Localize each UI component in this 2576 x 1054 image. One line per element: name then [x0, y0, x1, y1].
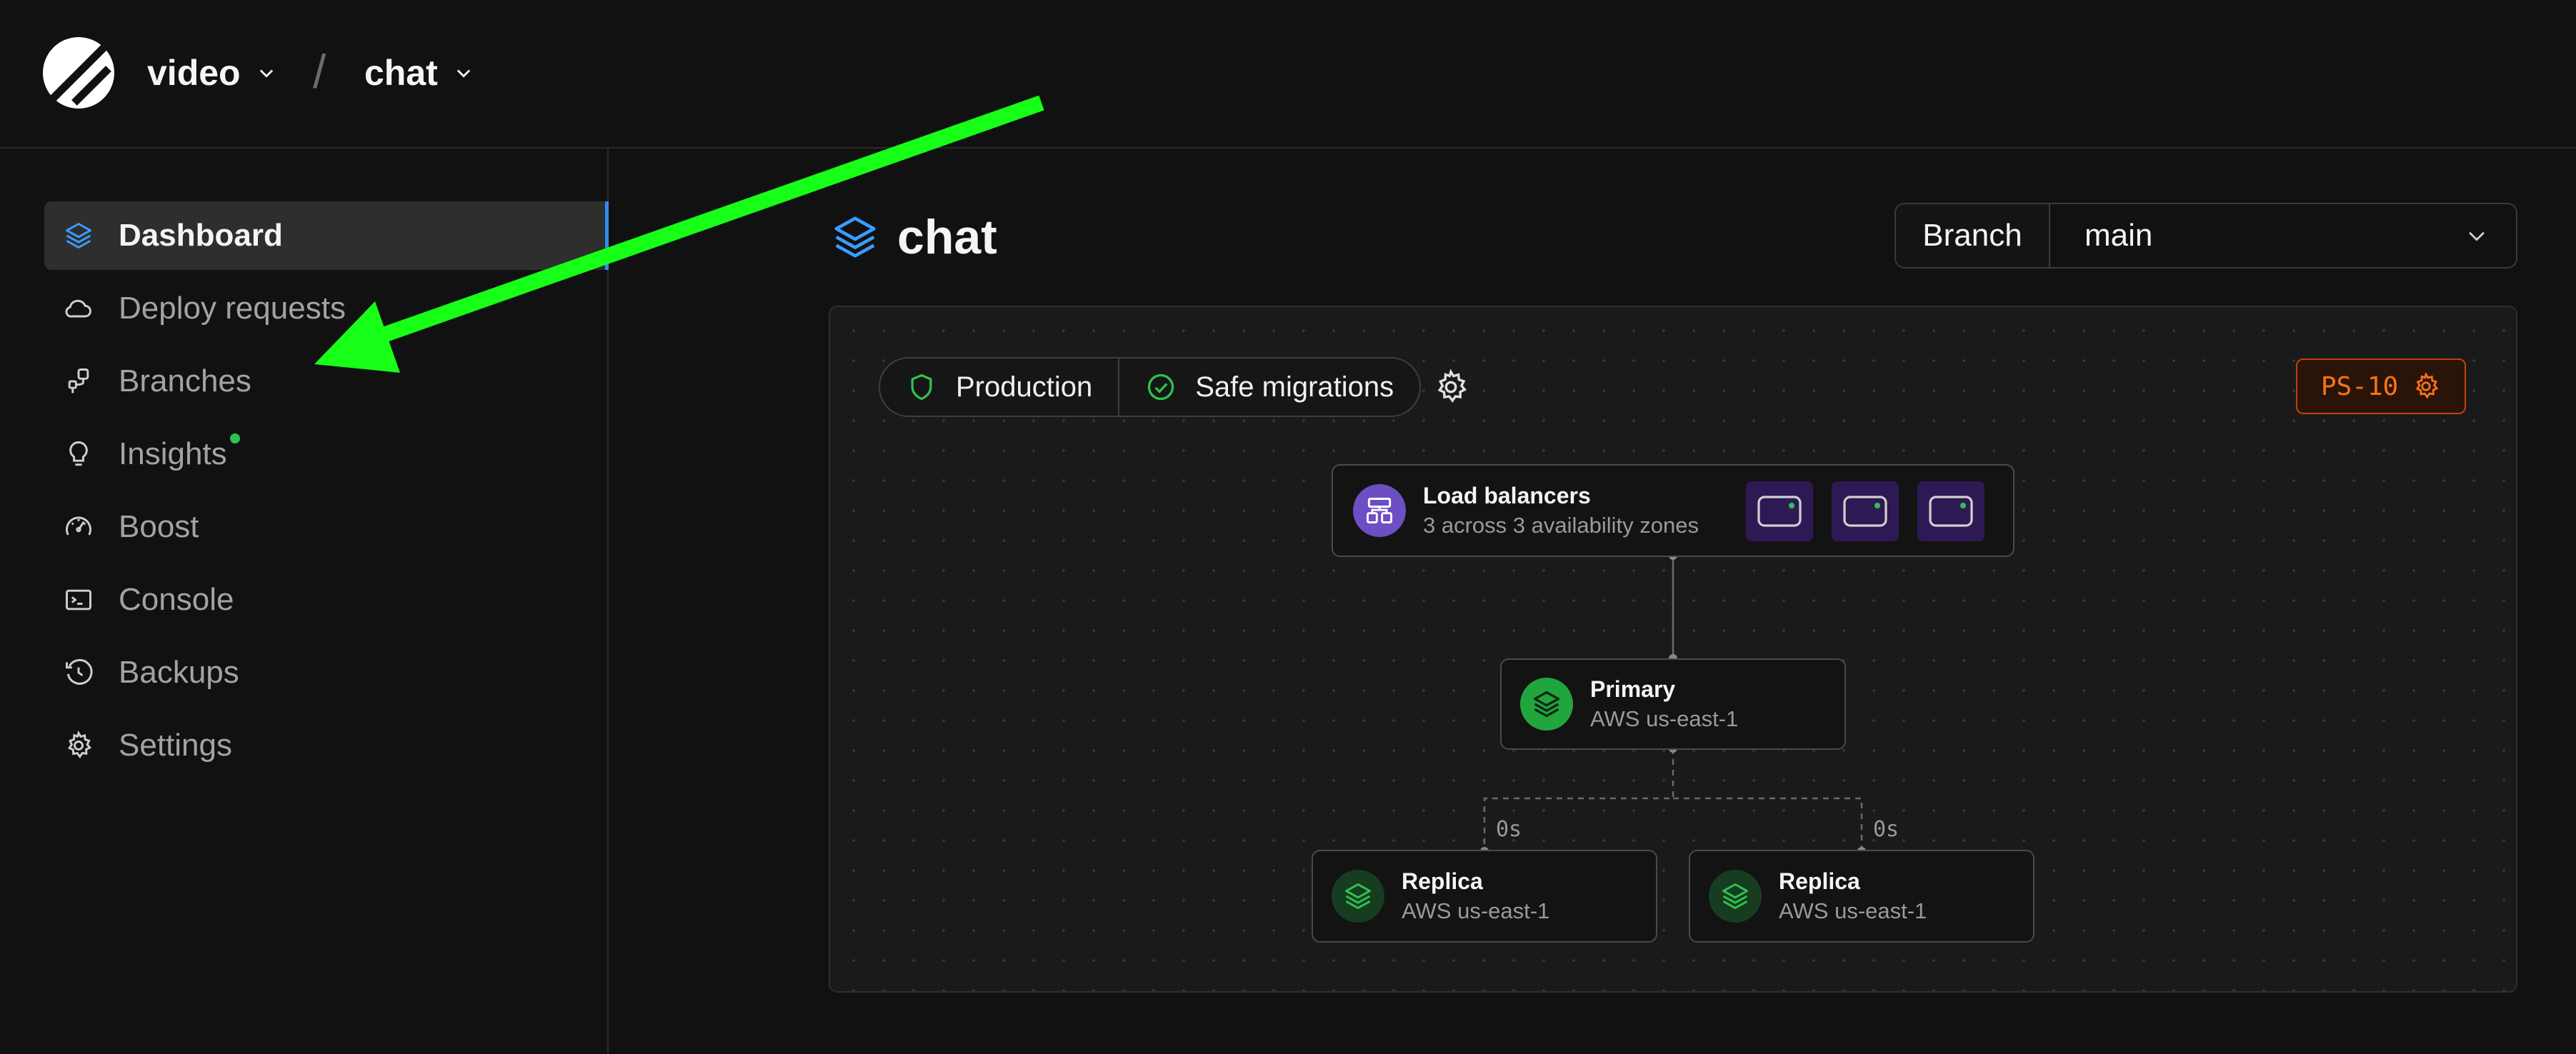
safe-migrations-label: Safe migrations — [1195, 371, 1394, 403]
sidebar-item-label: Dashboard — [119, 218, 283, 253]
database-layers-icon — [1709, 870, 1762, 923]
load-balancers-title: Load balancers — [1423, 483, 1591, 508]
replica-region: AWS us-east-1 — [1779, 898, 1927, 923]
terminal-icon — [61, 583, 96, 617]
layers-icon — [61, 219, 96, 253]
replica-lag: 0s — [1873, 817, 1899, 842]
top-bar: video / chat — [0, 0, 2576, 149]
org-switcher[interactable]: video — [147, 46, 276, 100]
branch-selector[interactable]: Branch main — [1894, 203, 2517, 268]
branch-value: main — [2085, 218, 2153, 253]
check-circle-icon — [1148, 373, 1174, 401]
shield-icon — [911, 373, 932, 401]
sidebar-item-label: Boost — [119, 509, 199, 544]
load-balancer-instances — [1746, 481, 1985, 541]
load-balancer-instance — [1746, 481, 1813, 541]
replica-node[interactable]: Replica AWS us-east-1 — [1689, 850, 2035, 943]
chevron-down-icon — [259, 69, 273, 78]
production-label: Production — [956, 371, 1093, 403]
load-balancers-node[interactable]: Load balancers 3 across 3 availability z… — [1332, 464, 2015, 557]
replica-node[interactable]: Replica AWS us-east-1 — [1312, 850, 1657, 943]
branch-label: Branch — [1896, 204, 2050, 267]
chevron-down-icon — [456, 69, 470, 78]
new-indicator-dot — [229, 433, 240, 443]
sidebar-item-label: Settings — [119, 728, 232, 763]
primary-title: Primary — [1590, 676, 1676, 702]
database-layers-icon — [1332, 870, 1384, 923]
primary-region: AWS us-east-1 — [1590, 706, 1739, 731]
load-balancer-instance — [1917, 481, 1985, 541]
environment-status: Production Safe migrations — [879, 357, 1422, 417]
layers-icon — [834, 216, 876, 258]
sidebar-item-branches[interactable]: Branches — [44, 347, 609, 416]
database-layers-icon — [1520, 678, 1573, 731]
replica-region: AWS us-east-1 — [1402, 898, 1550, 923]
cluster-size-label: PS-10 — [2320, 371, 2399, 401]
sidebar-item-label: Branches — [119, 363, 251, 398]
cluster-size-badge[interactable]: PS-10 — [2296, 358, 2466, 414]
server-icon — [1757, 496, 1802, 527]
branch-icon — [61, 364, 96, 398]
page-title-text: chat — [897, 210, 997, 264]
clock-icon — [61, 656, 96, 690]
sidebar-item-insights[interactable]: Insights — [44, 420, 609, 488]
server-icon — [1929, 496, 1973, 527]
sidebar-item-boost[interactable]: Boost — [44, 493, 609, 561]
sidebar-item-label: Console — [119, 582, 234, 617]
page-title: chat — [830, 207, 997, 267]
database-name: chat — [364, 53, 438, 93]
database-switcher[interactable]: chat — [364, 46, 474, 100]
primary-node[interactable]: Primary AWS us-east-1 — [1500, 658, 1846, 750]
production-tag[interactable]: Production — [880, 358, 1118, 416]
load-balancers-subtitle: 3 across 3 availability zones — [1423, 513, 1699, 538]
lightbulb-icon — [61, 437, 96, 471]
chevron-down-icon — [2469, 231, 2485, 241]
load-balancer-icon — [1353, 484, 1406, 537]
planetscale-logo[interactable] — [43, 37, 114, 109]
replica-title: Replica — [1779, 868, 1860, 894]
gauge-icon — [61, 510, 96, 544]
sidebar-item-settings[interactable]: Settings — [44, 711, 609, 780]
gear-icon — [61, 728, 96, 763]
load-balancer-instance — [1832, 481, 1899, 541]
safe-migrations-tag[interactable]: Safe migrations — [1118, 358, 1419, 416]
org-name: video — [147, 53, 241, 93]
gear-icon[interactable] — [1432, 368, 1470, 406]
sidebar-item-label: Insights — [119, 436, 227, 471]
server-icon — [1843, 496, 1887, 527]
sidebar-item-backups[interactable]: Backups — [44, 638, 609, 707]
sidebar-item-label: Deploy requests — [119, 291, 346, 326]
replica-title: Replica — [1402, 868, 1483, 894]
gear-icon — [2415, 371, 2439, 399]
sidebar-item-dashboard[interactable]: Dashboard — [44, 201, 609, 270]
cloud-icon — [61, 291, 96, 326]
branch-dropdown[interactable]: main — [2050, 204, 2516, 267]
sidebar-item-console[interactable]: Console — [44, 566, 609, 634]
replica-lag: 0s — [1496, 817, 1522, 842]
sidebar-item-deploy-requests[interactable]: Deploy requests — [44, 274, 609, 343]
sidebar-item-label: Backups — [119, 655, 239, 690]
breadcrumb-separator: / — [313, 45, 326, 98]
